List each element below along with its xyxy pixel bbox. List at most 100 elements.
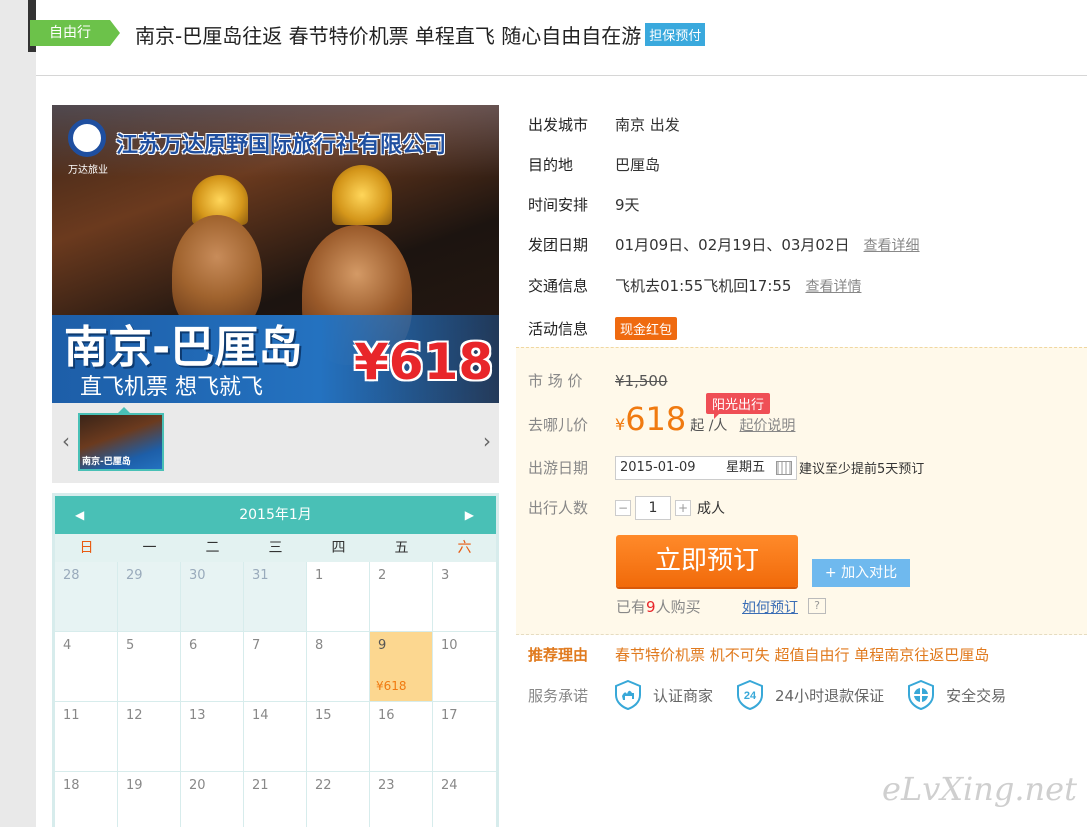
add-compare-button[interactable]: + 加入对比: [812, 559, 910, 587]
calendar-day: 3: [433, 562, 496, 632]
activity-label: 活动信息: [528, 320, 589, 338]
calendar-day: 20: [181, 772, 244, 827]
promise-text: 安全交易: [946, 686, 1007, 705]
bought-count: 9: [646, 598, 656, 616]
market-price-row: 市 场 价 ¥1,500: [528, 370, 668, 391]
booking-hint: 建议至少提前5天预订: [799, 461, 925, 477]
promise-label: 服务承诺: [528, 686, 589, 705]
calendar-day-available[interactable]: 9 ¥618: [370, 632, 433, 702]
calendar-day: 6: [181, 632, 244, 702]
calendar-day-price: ¥618: [376, 679, 407, 693]
decrement-button[interactable]: −: [615, 500, 631, 516]
promise-item: 安全交易: [908, 680, 1006, 710]
calendar-header: ◀ 2015年1月 ▶: [55, 496, 496, 534]
dates-row: 发团日期 01月09日、02月19日、03月02日 查看详细: [528, 234, 920, 255]
reason-value: 春节特价机票 机不可失 超值自由行 单程南京往返巴厘岛: [615, 646, 990, 664]
qunar-price-row: 去哪儿价 ¥618 起 /人 起价说明: [528, 400, 795, 438]
travel-date-row: 出游日期 2015-01-09 星期五 建议至少提前5天预订: [528, 456, 924, 480]
calendar-day: 23: [370, 772, 433, 827]
prev-month-icon[interactable]: ◀: [75, 496, 84, 534]
qunar-price: ¥618: [615, 400, 686, 438]
watermark: eLvXing.net: [882, 770, 1077, 808]
promise-text: 24小时退款保证: [775, 686, 885, 705]
guarantee-badge: 担保预付: [645, 23, 706, 46]
people-unit: 成人: [697, 500, 725, 517]
depart-row: 出发城市 南京 出发: [528, 114, 680, 135]
weekday-label: 四: [331, 540, 346, 556]
time-row: 时间安排 9天: [528, 194, 640, 215]
chevron-left-icon[interactable]: ‹: [62, 429, 70, 453]
company-name: 江苏万达原野国际旅行社有限公司: [116, 133, 447, 158]
price-explain-link[interactable]: 起价说明: [739, 418, 795, 434]
dates-detail-link[interactable]: 查看详细: [864, 238, 920, 254]
dates-label: 发团日期: [528, 236, 589, 254]
weekday-label: 三: [268, 540, 283, 556]
refund-24h-shield-icon: 24: [737, 680, 764, 710]
qunar-price-label: 去哪儿价: [528, 416, 589, 434]
currency-symbol: ¥: [615, 415, 626, 434]
calendar-day: 2: [370, 562, 433, 632]
dest-row: 目的地 巴厘岛: [528, 154, 660, 175]
calendar-day: 8: [307, 632, 370, 702]
time-value: 9天: [615, 196, 640, 214]
calendar-day: 22: [307, 772, 370, 827]
increment-button[interactable]: +: [675, 500, 691, 516]
quantity-input[interactable]: 1: [635, 496, 671, 520]
poster-route: 南京-巴厘岛: [64, 322, 303, 373]
logo-caption: 万达旅业: [68, 165, 108, 176]
departure-calendar: ◀ 2015年1月 ▶ 日 一 二 三 四 五 六 28 29 30 31 1 …: [52, 493, 499, 827]
calendar-day: 13: [181, 702, 244, 772]
date-value: 2015-01-09: [620, 460, 696, 475]
people-row: 出行人数 −1 + 成人: [528, 496, 725, 520]
service-promise: 服务承诺 认证商家 24 24小时退款保证 安全交易: [528, 680, 1030, 710]
recommend-reason: 推荐理由 春节特价机票 机不可失 超值自由行 单程南京往返巴厘岛: [528, 644, 989, 665]
calendar-icon[interactable]: [776, 461, 792, 475]
weekday-label: 二: [205, 540, 220, 556]
dest-value: 巴厘岛: [615, 156, 661, 174]
calendar-day: 31: [244, 562, 307, 632]
depart-value: 南京 出发: [615, 116, 680, 134]
title-text: 南京-巴厘岛往返 春节特价机票 单程直飞 随心自由自在游: [135, 24, 642, 48]
calendar-day: 15: [307, 702, 370, 772]
traffic-detail-link[interactable]: 查看详情: [805, 279, 861, 295]
cash-redpacket-badge[interactable]: 现金红包: [615, 317, 678, 340]
calendar-day: 1: [307, 562, 370, 632]
travel-date-label: 出游日期: [528, 458, 589, 477]
help-icon[interactable]: ?: [808, 598, 826, 614]
camel-shield-icon: [615, 680, 641, 710]
dancer-crown: [332, 165, 392, 225]
dates-value: 01月09日、02月19日、03月02日: [615, 236, 850, 254]
calendar-day: 21: [244, 772, 307, 827]
shield-24-text: 24: [744, 690, 757, 702]
calendar-day: 4: [55, 632, 118, 702]
calendar-day: 11: [55, 702, 118, 772]
travel-date-input[interactable]: 2015-01-09 星期五: [615, 456, 797, 480]
thumbnail[interactable]: 南京-巴厘岛: [78, 407, 164, 471]
calendar-weekdays: 日 一 二 三 四 五 六: [55, 534, 496, 562]
poster-price: ¥618: [354, 333, 494, 391]
chevron-right-icon[interactable]: ›: [483, 429, 491, 453]
next-month-icon[interactable]: ▶: [465, 496, 474, 534]
page-title: 南京-巴厘岛往返 春节特价机票 单程直飞 随心自由自在游 担保预付: [135, 20, 706, 49]
calendar-day-number: 9: [378, 638, 387, 653]
calendar-day: 29: [118, 562, 181, 632]
thumbnail-caption: 南京-巴厘岛: [82, 457, 131, 467]
calendar-day: 14: [244, 702, 307, 772]
quantity-stepper: −1 +: [615, 496, 691, 520]
category-tag: 自由行: [30, 20, 120, 46]
calendar-grid: 28 29 30 31 1 2 3 4 5 6 7 8 9 ¥618 10 11…: [55, 562, 496, 827]
activity-row: 活动信息 现金红包: [528, 317, 678, 340]
traffic-label: 交通信息: [528, 277, 589, 295]
price-number: 618: [625, 400, 687, 438]
calendar-day: 10: [433, 632, 496, 702]
weekday-label: 五: [394, 540, 409, 556]
calendar-day: 17: [433, 702, 496, 772]
product-image: 万达旅业 江苏万达原野国际旅行社有限公司 南京-巴厘岛 直飞机票 想飞就飞 ¥6…: [52, 105, 499, 403]
secure-shield-icon: [908, 680, 935, 710]
purchase-count: 已有9人购买: [616, 596, 701, 617]
calendar-day: 7: [244, 632, 307, 702]
book-now-button[interactable]: 立即预订: [616, 535, 798, 587]
how-to-book-link[interactable]: 如何预订: [742, 597, 798, 617]
calendar-day: 28: [55, 562, 118, 632]
weekday-label: 六: [457, 540, 472, 556]
